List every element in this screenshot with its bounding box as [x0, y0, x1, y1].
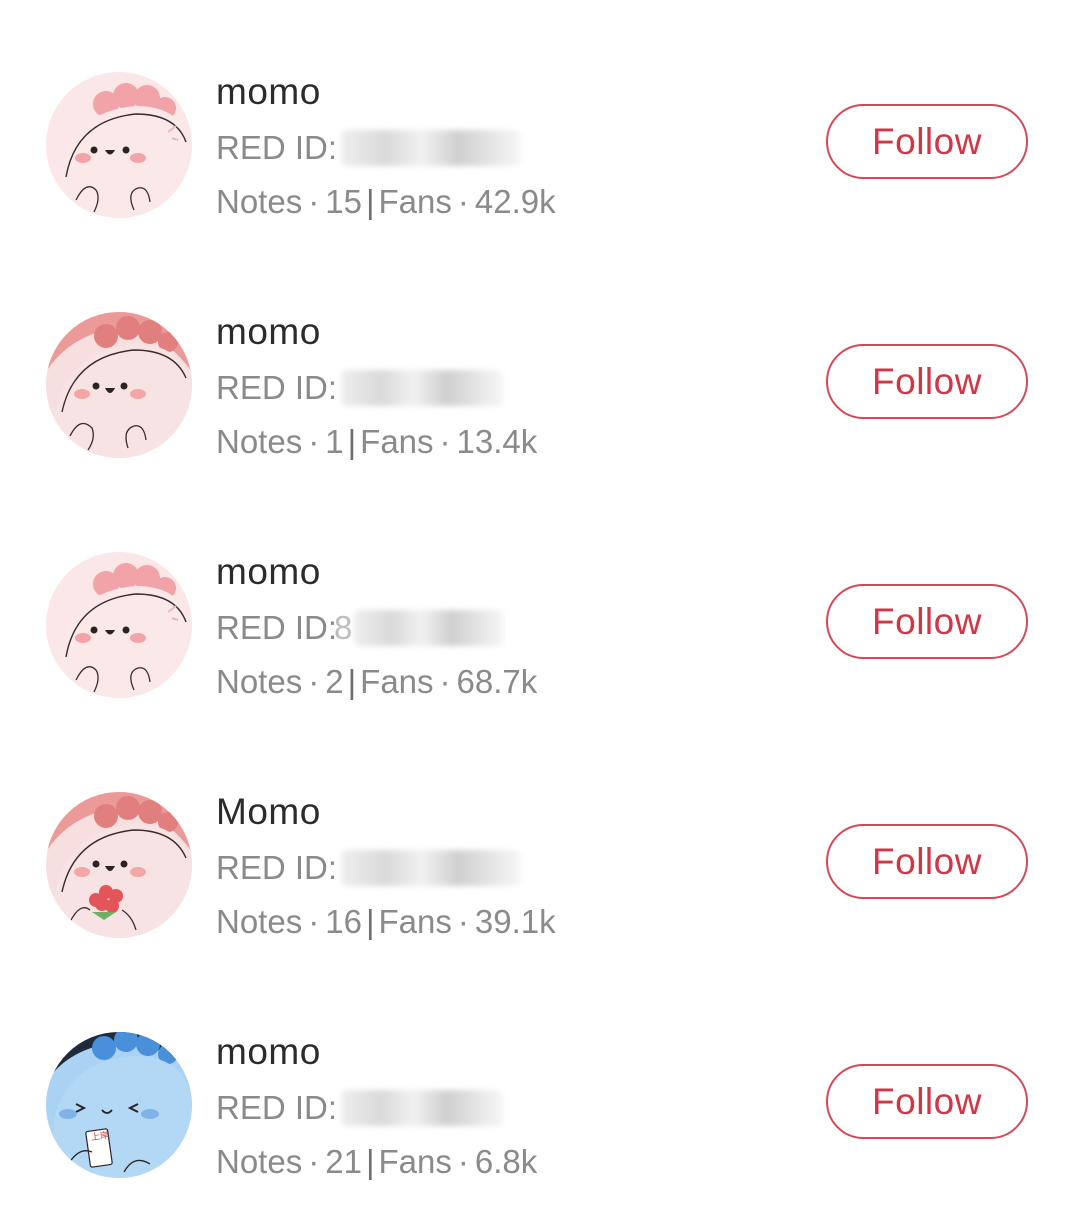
fans-label: Fans	[360, 663, 434, 700]
user-list: momo RED ID: Notes · 15 | Fans · 42.9k Follow	[0, 0, 1079, 1211]
fans-count: 42.9k	[474, 183, 556, 220]
user-stats: Notes · 21 | Fans · 6.8k	[216, 1142, 537, 1182]
stat-separator: ·	[457, 903, 469, 940]
red-id-line: RED ID:	[216, 1088, 503, 1128]
user-row[interactable]: 上岸 momo RED ID: Notes · 21 | Fans · 6.8k Follo…	[0, 1030, 1079, 1212]
fans-label: Fans	[378, 903, 452, 940]
user-row[interactable]: momo RED ID: Notes · 15 | Fans · 42.9k Follow	[0, 70, 1079, 252]
red-id-line: RED ID:	[216, 128, 521, 168]
stat-separator: ·	[457, 1143, 469, 1180]
notes-count: 16	[325, 903, 362, 940]
fans-count: 39.1k	[474, 903, 556, 940]
stat-divider: |	[365, 1143, 375, 1180]
pink-dino-avatar-icon[interactable]	[46, 312, 192, 458]
red-id-label: RED ID:	[216, 129, 338, 166]
stat-separator: ·	[308, 1143, 320, 1180]
red-id-line: RED ID:	[216, 368, 503, 408]
user-name[interactable]: momo	[216, 550, 321, 594]
red-id-line: RED ID:	[216, 848, 521, 888]
pink-dino-avatar-icon[interactable]	[46, 552, 192, 698]
user-name[interactable]: momo	[216, 1030, 321, 1074]
red-id-value-blurred	[341, 130, 521, 166]
follow-button[interactable]: Follow	[826, 824, 1028, 899]
user-row[interactable]: momo RED ID: Notes · 1 | Fans · 13.4k Follow	[0, 310, 1079, 492]
notes-label: Notes	[216, 663, 303, 700]
red-id-label: RED ID:	[216, 849, 338, 886]
red-id-label: RED ID:	[216, 609, 338, 646]
red-id-label: RED ID:	[216, 369, 338, 406]
stat-separator: ·	[439, 663, 451, 700]
user-row[interactable]: momo RED ID: 8 Notes · 2 | Fans · 68.7k Follow	[0, 550, 1079, 732]
fans-label: Fans	[360, 423, 434, 460]
user-stats: Notes · 1 | Fans · 13.4k	[216, 422, 537, 462]
notes-label: Notes	[216, 903, 303, 940]
fans-count: 68.7k	[456, 663, 538, 700]
fans-label: Fans	[378, 183, 452, 220]
notes-label: Notes	[216, 423, 303, 460]
red-id-value-blurred	[341, 370, 503, 406]
pink-dino-flower-avatar-icon[interactable]	[46, 792, 192, 938]
red-id-line: RED ID: 8	[216, 608, 504, 648]
red-id-value-blurred	[341, 1090, 503, 1126]
follow-button[interactable]: Follow	[826, 1064, 1028, 1139]
stat-divider: |	[365, 903, 375, 940]
stat-separator: ·	[308, 183, 320, 220]
stat-separator: ·	[439, 423, 451, 460]
fans-count: 6.8k	[474, 1143, 538, 1180]
stat-divider: |	[347, 663, 357, 700]
follow-button[interactable]: Follow	[826, 584, 1028, 659]
user-name[interactable]: Momo	[216, 790, 321, 834]
notes-count: 15	[325, 183, 362, 220]
stat-separator: ·	[308, 903, 320, 940]
user-name[interactable]: momo	[216, 310, 321, 354]
fans-count: 13.4k	[456, 423, 538, 460]
stat-divider: |	[365, 183, 375, 220]
follow-button[interactable]: Follow	[826, 104, 1028, 179]
stat-separator: ·	[308, 423, 320, 460]
red-id-value-blurred	[354, 610, 504, 646]
user-stats: Notes · 2 | Fans · 68.7k	[216, 662, 537, 702]
user-row[interactable]: Momo RED ID: Notes · 16 | Fans · 39.1k Follow	[0, 790, 1079, 972]
notes-label: Notes	[216, 1143, 303, 1180]
blue-dino-avatar-icon[interactable]: 上岸	[46, 1032, 192, 1178]
user-stats: Notes · 16 | Fans · 39.1k	[216, 902, 556, 942]
stat-separator: ·	[457, 183, 469, 220]
user-name[interactable]: momo	[216, 70, 321, 114]
notes-count: 2	[325, 663, 344, 700]
red-id-visible-digit: 8	[334, 609, 353, 646]
red-id-label: RED ID:	[216, 1089, 338, 1126]
stat-divider: |	[347, 423, 357, 460]
follow-button[interactable]: Follow	[826, 344, 1028, 419]
notes-count: 21	[325, 1143, 362, 1180]
fans-label: Fans	[378, 1143, 452, 1180]
pink-dino-avatar-icon[interactable]	[46, 72, 192, 218]
user-stats: Notes · 15 | Fans · 42.9k	[216, 182, 556, 222]
stat-separator: ·	[308, 663, 320, 700]
notes-label: Notes	[216, 183, 303, 220]
notes-count: 1	[325, 423, 344, 460]
red-id-value-blurred	[341, 850, 521, 886]
